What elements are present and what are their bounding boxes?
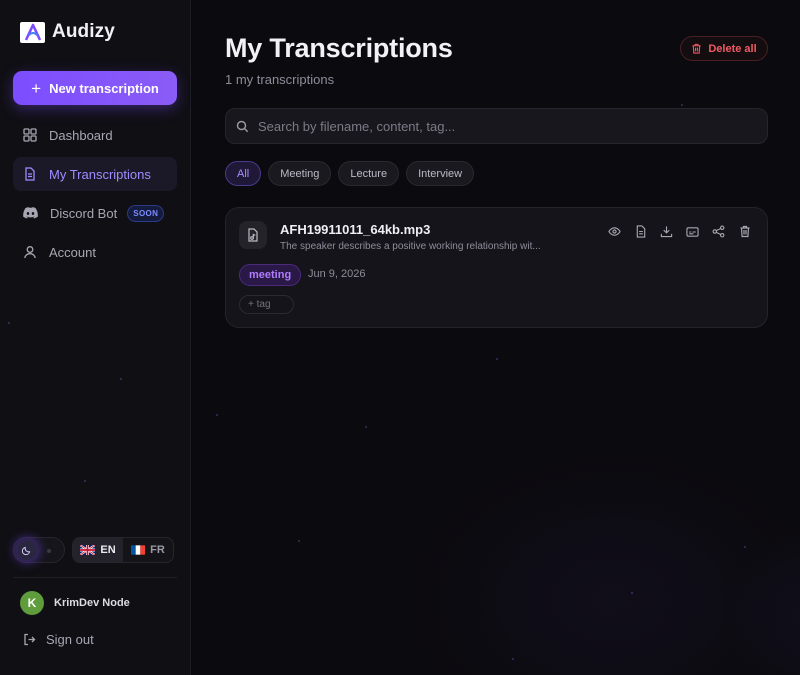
delete-all-button[interactable]: Delete all [680,36,768,61]
avatar: K [20,591,44,615]
language-en[interactable]: EN [73,538,123,562]
user-name: KrimDev Node [54,597,130,609]
language-label: FR [150,544,165,556]
sun-dot-icon [47,549,51,553]
sidebar-item-account[interactable]: Account [13,235,177,269]
user-icon [24,246,36,259]
sidebar-item-discord-bot[interactable]: Discord Bot SOON [13,196,177,230]
subtitles-button[interactable] [685,224,700,239]
sign-out-label: Sign out [46,632,94,647]
discord-icon [23,207,38,219]
new-transcription-button[interactable]: + New transcription [13,71,177,105]
share-button[interactable] [711,224,726,239]
filter-meeting[interactable]: Meeting [268,161,332,186]
tag-meeting[interactable]: meeting [239,264,302,286]
page-title: My Transcriptions [225,33,453,63]
sidebar: Audizy + New transcription Dashboard My … [0,0,191,675]
search-icon [236,120,249,132]
theme-toggle[interactable] [13,537,65,563]
moon-icon [17,540,37,560]
sign-out-button[interactable]: Sign out [23,632,94,647]
trash-icon [692,43,701,54]
sign-out-icon [24,633,36,646]
plus-icon: + [31,78,42,98]
sidebar-controls: EN FR [13,537,174,563]
sidebar-item-my-transcriptions[interactable]: My Transcriptions [13,157,177,191]
eye-icon [608,227,621,236]
filter-chips: All Meeting Lecture Interview [225,161,475,186]
france-flag-icon [131,545,146,555]
language-fr[interactable]: FR [123,538,173,562]
sidebar-divider [13,577,177,578]
language-label: EN [100,544,116,556]
main-content: My Transcriptions 1 my transcriptions De… [191,0,800,675]
sidebar-item-label: Discord Bot [50,205,118,221]
delete-button[interactable] [737,224,752,239]
filter-interview[interactable]: Interview [406,161,475,186]
uk-flag-icon [80,545,96,555]
sidebar-item-dashboard[interactable]: Dashboard [13,118,177,152]
sidebar-item-label: Dashboard [49,127,113,143]
grid-icon [23,128,37,142]
trash-icon [740,225,749,238]
document-icon [636,225,645,238]
brand-name: Audizy [52,21,115,42]
add-tag-button[interactable]: + tag [239,295,294,314]
new-transcription-label: New transcription [49,80,159,96]
share-icon [712,225,725,238]
transcription-date: Jun 9, 2026 [308,268,366,280]
filter-all[interactable]: All [225,161,262,186]
file-name[interactable]: AFH19911011_64kb.mp3 [280,222,430,237]
view-button[interactable] [607,224,622,239]
sidebar-nav: Dashboard My Transcriptions Discord Bot … [13,118,177,274]
soon-badge: SOON [127,204,165,222]
audio-file-icon [239,221,267,249]
search-input[interactable] [258,118,748,134]
user-profile[interactable]: K KrimDev Node [20,591,130,615]
sidebar-item-label: My Transcriptions [49,166,151,182]
app-root: Audizy + New transcription Dashboard My … [0,0,800,675]
transcription-count: 1 my transcriptions [225,72,335,87]
file-description: The speaker describes a positive working… [280,241,541,252]
filter-lecture[interactable]: Lecture [338,161,400,186]
language-switch: EN FR [72,537,174,563]
brand[interactable]: Audizy [20,21,115,43]
open-transcript-button[interactable] [633,224,648,239]
subtitles-icon [686,226,699,237]
sidebar-item-label: Account [49,244,96,260]
download-icon [660,226,673,238]
document-icon [25,167,35,181]
search-bar [225,108,768,144]
delete-all-label: Delete all [708,42,757,55]
card-actions [607,224,752,239]
download-button[interactable] [659,224,674,239]
audizy-logo-icon [20,21,45,43]
transcription-card[interactable]: AFH19911011_64kb.mp3 The speaker describ… [225,207,768,328]
